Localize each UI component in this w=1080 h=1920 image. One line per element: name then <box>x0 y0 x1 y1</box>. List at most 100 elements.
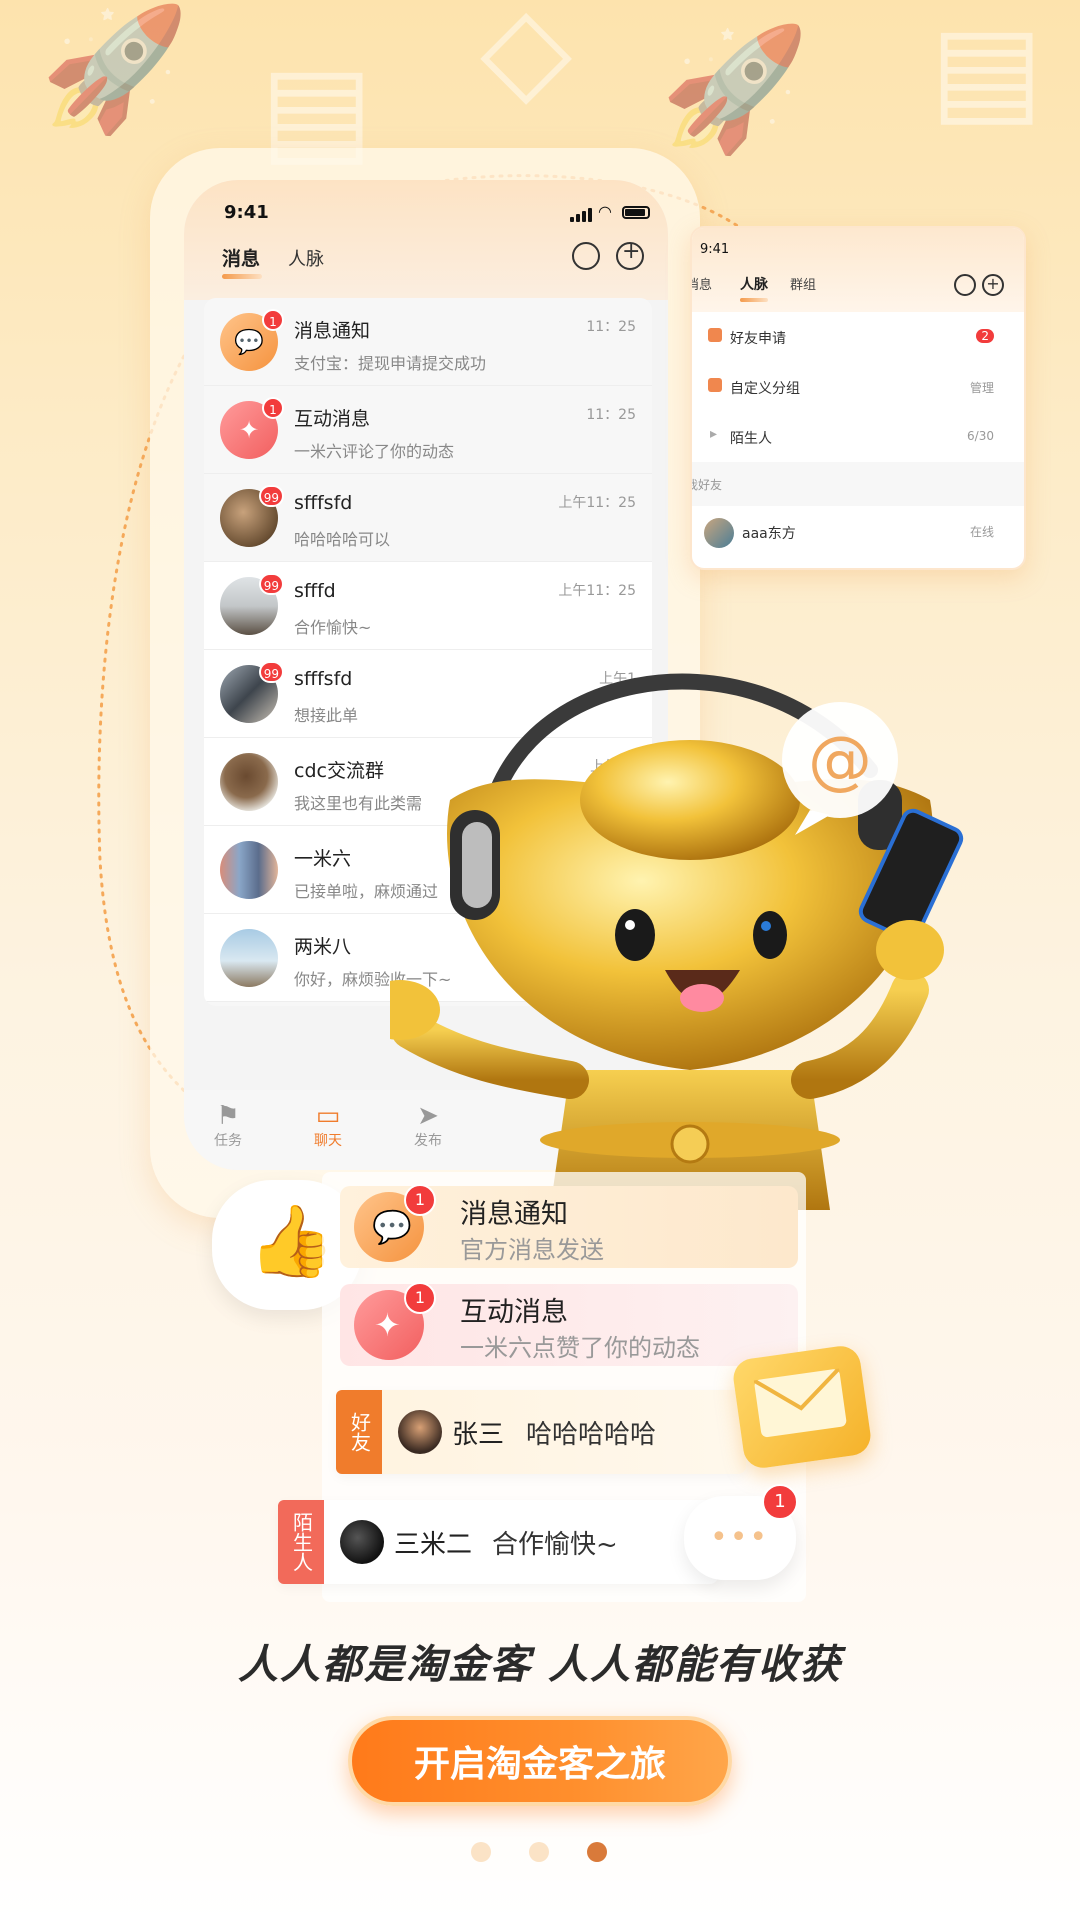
nav-chat[interactable]: ▭ 聊天 <box>298 1102 358 1150</box>
list-item[interactable]: ✦ 1 互动消息 一米六评论了你的动态 11：25 <box>204 386 652 474</box>
phone-header: 9:41 ◠ 消息 人脉 + <box>184 180 668 300</box>
chevron-right-icon: ▸ <box>710 426 718 442</box>
interaction-card[interactable]: ✦ 1 互动消息 一米六点赞了你的动态 <box>340 1282 798 1366</box>
nav-label: 聊天 <box>314 1133 342 1149</box>
unread-badge: 1 <box>762 1484 798 1520</box>
stranger-tag: 陌生人 <box>278 1500 324 1584</box>
avatar: 99 <box>220 661 284 723</box>
chat-bubble-icon: ••• 1 <box>684 1484 798 1580</box>
signal-bar <box>588 208 592 222</box>
row-label: 好友申请 <box>730 331 786 347</box>
message-preview: 支付宝：提现申请提交成功 <box>294 354 487 373</box>
unread-badge: 1 <box>404 1184 436 1216</box>
add-icon[interactable]: + <box>982 274 1004 296</box>
search-icon[interactable] <box>572 242 600 270</box>
friend-chat-row[interactable]: 好友 张三 哈哈哈哈哈 <box>336 1390 746 1474</box>
section-label: 我好友 <box>692 478 723 492</box>
message-title: cdc交流群 <box>294 760 384 782</box>
group-icon <box>708 378 722 392</box>
message-preview: 哈哈哈哈可以 <box>294 530 391 549</box>
battery-icon <box>622 206 650 219</box>
message-title: 消息通知 <box>294 320 371 342</box>
list-item[interactable]: 99 sfffsfd 哈哈哈哈可以 上午11：25 <box>204 474 652 562</box>
last-message: 哈哈哈哈哈 <box>526 1420 657 1450</box>
nav-label: 任务 <box>214 1133 242 1149</box>
tab-contacts[interactable]: 人脉 <box>740 274 768 294</box>
pager-dot[interactable] <box>529 1842 549 1862</box>
custom-group-row[interactable]: 自定义分组 管理 <box>700 362 1008 413</box>
interaction-icon: ✦ <box>238 416 260 444</box>
row-label: 自定义分组 <box>730 381 800 397</box>
unread-badge: 1 <box>404 1282 436 1314</box>
manage-link[interactable]: 管理 <box>970 379 994 396</box>
avatar: 💬 1 <box>220 309 284 371</box>
wifi-icon: ◠ <box>598 202 612 221</box>
signal-bar <box>576 214 580 222</box>
pager-dot-active[interactable] <box>587 1842 607 1862</box>
message-preview: 想接此单 <box>294 706 359 725</box>
tab-groups[interactable]: 群组 <box>790 274 816 293</box>
message-title: 互动消息 <box>294 408 371 430</box>
notice-icon: 💬 <box>372 1208 412 1246</box>
avatar <box>340 1520 384 1564</box>
add-icon[interactable]: + <box>616 239 644 270</box>
list-item[interactable]: 💬 1 消息通知 支付宝：提现申请提交成功 11：25 <box>204 298 652 386</box>
tab-contacts[interactable]: 人脉 <box>288 245 324 271</box>
start-journey-button[interactable]: 开启淘金客之旅 <box>348 1716 732 1806</box>
stranger-chat-row[interactable]: 陌生人 三米二 合作愉快~ <box>278 1500 718 1584</box>
avatar <box>398 1410 442 1454</box>
message-title: 一米六 <box>294 848 352 870</box>
tab-underline <box>222 274 262 279</box>
status-icons: ◠ <box>570 202 650 222</box>
row-label: 陌生人 <box>730 431 772 447</box>
unread-badge: 99 <box>258 485 284 507</box>
message-title: sfffd <box>294 580 336 602</box>
contacts-header: 9:41 消息 人脉 群组 + <box>692 228 1024 312</box>
avatar: 99 <box>220 485 284 547</box>
signal-bar <box>582 211 586 222</box>
card-title: 消息通知 <box>460 1199 568 1230</box>
stranger-count: 6/30 <box>967 429 994 443</box>
friend-request-row[interactable]: 好友申请 2 <box>700 312 1008 363</box>
tab-messages[interactable]: 消息 <box>222 244 260 271</box>
avatar <box>704 518 734 548</box>
notice-card[interactable]: 💬 1 消息通知 官方消息发送 <box>340 1184 798 1268</box>
friend-request-icon <box>708 328 722 342</box>
message-title: 两米八 <box>294 936 352 958</box>
stranger-row[interactable]: ▸ 陌生人 6/30 <box>700 412 1008 463</box>
friend-row[interactable]: aaa东方 在线 <box>700 506 1008 560</box>
friend-tag: 好友 <box>336 1390 382 1474</box>
pager-dot[interactable] <box>471 1842 491 1862</box>
status-time: 9:41 <box>700 242 730 257</box>
avatar <box>220 929 278 987</box>
card-subtitle: 官方消息发送 <box>460 1236 604 1264</box>
slogan: 人人都是淘金客 人人都能有收获 <box>238 1642 842 1688</box>
avatar <box>220 841 278 899</box>
message-time: 11：25 <box>586 319 636 335</box>
message-time: 上午11：25 <box>558 495 636 511</box>
chat-icon: ▭ <box>315 1101 341 1131</box>
card-title: 互动消息 <box>460 1297 568 1328</box>
avatar: 99 <box>220 573 284 635</box>
contacts-card: 9:41 消息 人脉 群组 + 好友申请 2 自定义分组 管理 ▸ 陌生人 6/… <box>690 226 1026 570</box>
svg-text:@: @ <box>808 724 872 798</box>
nav-task[interactable]: ⚑ 任务 <box>198 1102 258 1150</box>
friend-name: aaa东方 <box>742 526 796 542</box>
message-time: 11：25 <box>586 407 636 423</box>
card-subtitle: 一米六点赞了你的动态 <box>460 1334 700 1362</box>
signal-icon <box>570 217 574 222</box>
avatar <box>220 753 278 811</box>
online-status: 在线 <box>969 525 994 539</box>
unread-badge: 1 <box>262 397 284 419</box>
document-icon: ▤ <box>930 0 1044 139</box>
avatar: ✦ 1 <box>220 397 284 459</box>
last-message: 合作愉快~ <box>492 1530 618 1560</box>
unread-badge: 99 <box>258 661 284 683</box>
tab-messages[interactable]: 消息 <box>692 274 712 293</box>
message-title: sfffsfd <box>294 492 353 514</box>
message-time: 上午11：25 <box>558 583 636 599</box>
list-item[interactable]: 99 sfffd 合作愉快~ 上午11：25 <box>204 562 652 650</box>
flag-icon: ⚑ <box>216 1101 240 1131</box>
search-icon[interactable] <box>954 274 976 296</box>
request-count-badge: 2 <box>976 329 994 343</box>
